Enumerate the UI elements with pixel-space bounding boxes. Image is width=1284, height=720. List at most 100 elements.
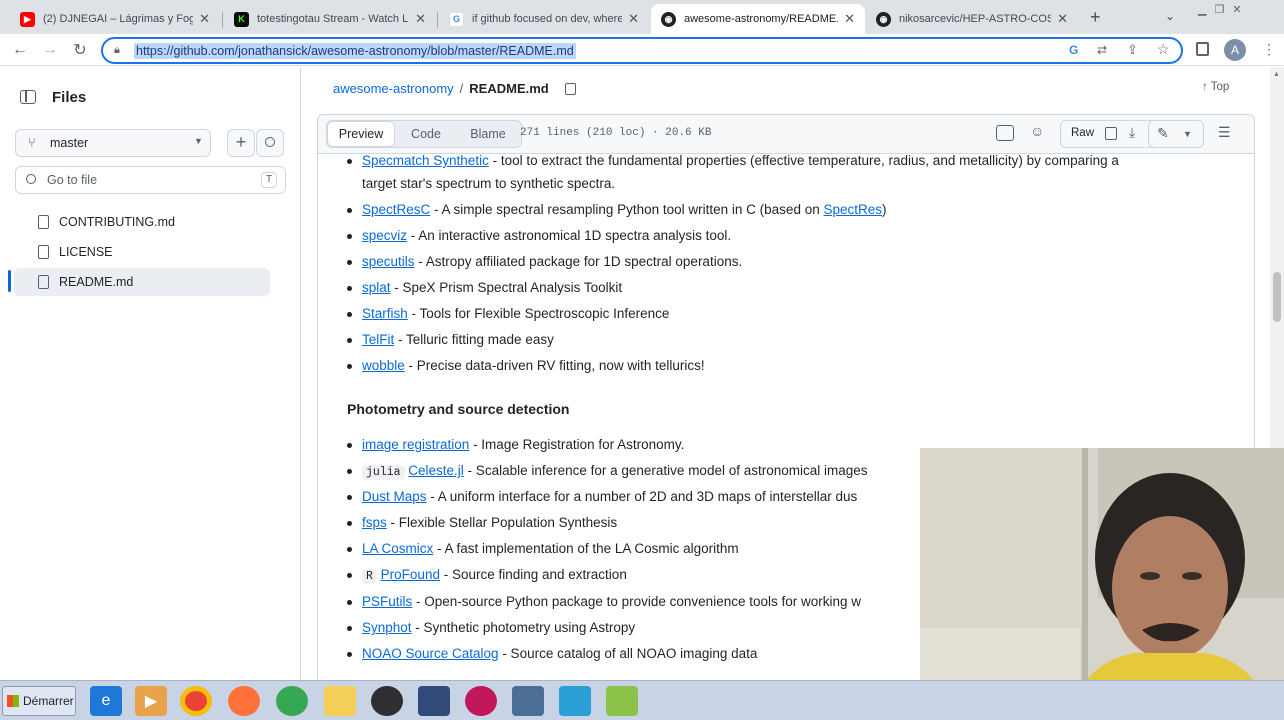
forward-arrow-icon[interactable]: →: [40, 40, 60, 60]
firefox-icon[interactable]: [228, 686, 260, 716]
folder-icon[interactable]: [324, 686, 356, 716]
obs-icon[interactable]: [371, 686, 403, 716]
download-icon[interactable]: ⤓: [1129, 124, 1135, 141]
search-button[interactable]: [256, 129, 284, 157]
minimize-icon[interactable]: ▁: [1198, 3, 1206, 17]
copy-path-icon[interactable]: [564, 82, 576, 95]
chrome-alt-icon[interactable]: [276, 686, 308, 716]
collapse-sidebar-icon[interactable]: [20, 90, 36, 104]
tab-blame[interactable]: Blame: [457, 121, 519, 147]
github-icon: ◉: [876, 11, 891, 27]
file-item-readme[interactable]: README.md: [14, 268, 270, 296]
item-link[interactable]: wobble: [362, 358, 405, 373]
item-link[interactable]: SpectResC: [362, 202, 430, 217]
item-link[interactable]: Starfish: [362, 306, 408, 321]
ie-icon[interactable]: e: [90, 686, 122, 716]
item-link[interactable]: specutils: [362, 254, 415, 269]
top-button[interactable]: ↑ Top: [1202, 81, 1229, 93]
media-icon[interactable]: ▶: [135, 686, 167, 716]
restore-icon[interactable]: ❐: [1214, 3, 1224, 17]
copy-raw-icon[interactable]: [1105, 127, 1117, 140]
branch-icon: ⑂: [28, 135, 36, 150]
item-link[interactable]: LA Cosmicx: [362, 541, 433, 556]
browser-tab-kick[interactable]: K totestingotau Stream - Watch Live ✕: [224, 4, 436, 34]
item-link[interactable]: NOAO Source Catalog: [362, 646, 499, 661]
list-item: specutils - Astropy affiliated package f…: [347, 254, 743, 269]
item-link[interactable]: Synphot: [362, 620, 412, 635]
item-text: - Precise data-driven RV fitting, now wi…: [404, 358, 705, 373]
close-tab-icon[interactable]: ✕: [199, 11, 210, 27]
item-text: - Astropy affiliated package for 1D spec…: [414, 254, 743, 269]
edit-pencil-icon[interactable]: ✎: [1157, 125, 1169, 142]
blender-icon[interactable]: [418, 686, 450, 716]
browser-tab-github-2[interactable]: ◉ nikosarcevic/HEP-ASTRO-COSMO ✕: [866, 4, 1078, 34]
close-tab-icon[interactable]: ✕: [628, 11, 639, 27]
notepad-icon[interactable]: [512, 686, 544, 716]
close-tab-icon[interactable]: ✕: [844, 11, 855, 27]
notepadpp-icon[interactable]: [606, 686, 638, 716]
browser-tab-active[interactable]: ◉ awesome-astronomy/README.md ✕: [651, 4, 865, 34]
translate-icon[interactable]: ⇄: [1097, 43, 1107, 57]
item-link-secondary[interactable]: SpectRes: [823, 202, 882, 217]
list-item: splat - SpeX Prism Spectral Analysis Too…: [347, 280, 622, 295]
item-link[interactable]: ProFound: [381, 567, 440, 582]
item-link[interactable]: Celeste.jl: [408, 463, 464, 478]
item-link[interactable]: TelFit: [362, 332, 394, 347]
item-link[interactable]: Dust Maps: [362, 489, 427, 504]
close-window-icon[interactable]: ✕: [1232, 3, 1241, 17]
chrome-icon[interactable]: [180, 686, 212, 716]
reload-icon[interactable]: ↻: [70, 40, 90, 60]
go-to-file-input[interactable]: Go to file T: [15, 166, 286, 194]
browser-tab-google[interactable]: G if github focused on dev, where i ✕: [439, 4, 649, 34]
file-name: LICENSE: [59, 245, 113, 259]
address-bar[interactable]: 🔒︎ https://github.com/jonathansick/aweso…: [101, 37, 1183, 64]
scrollbar-thumb[interactable]: [1273, 272, 1281, 322]
item-link[interactable]: image registration: [362, 437, 469, 452]
outline-list-icon[interactable]: ☰: [1218, 124, 1231, 141]
breadcrumb-repo-link[interactable]: awesome-astronomy: [333, 81, 454, 96]
bookmark-star-icon[interactable]: ☆: [1157, 41, 1170, 58]
caret-down-icon: ▼: [194, 136, 203, 146]
item-link[interactable]: Specmatch Synthetic: [362, 153, 489, 168]
file-tree-sidebar: Files ⑂ master ▼ + Go to file T CONTRIBU…: [0, 67, 301, 680]
language-badge: R: [362, 569, 377, 584]
breadcrumb-file: README.md: [469, 81, 549, 96]
selected-indicator: [8, 270, 11, 292]
files-title: Files: [52, 89, 87, 106]
tab-preview[interactable]: Preview: [327, 121, 395, 147]
shortcut-key-badge: T: [261, 172, 277, 188]
tab-search-chevron-icon[interactable]: ⌄: [1165, 9, 1175, 23]
profile-avatar[interactable]: A: [1224, 39, 1246, 61]
list-item: julia Celeste.jl - Scalable inference fo…: [347, 463, 868, 480]
item-link[interactable]: splat: [362, 280, 391, 295]
cloud-icon[interactable]: [559, 686, 591, 716]
side-panel-icon[interactable]: [1196, 42, 1209, 56]
tab-code[interactable]: Code: [395, 121, 457, 147]
url-text[interactable]: https://github.com/jonathansick/awesome-…: [134, 43, 576, 59]
item-link[interactable]: fsps: [362, 515, 387, 530]
close-tab-icon[interactable]: ✕: [1057, 11, 1068, 27]
add-file-button[interactable]: +: [227, 129, 255, 157]
branch-selector[interactable]: ⑂ master ▼: [15, 129, 211, 157]
file-item-contributing[interactable]: CONTRIBUTING.md: [14, 208, 270, 236]
item-link[interactable]: PSFutils: [362, 594, 412, 609]
open-symbols-panel-icon[interactable]: [996, 125, 1014, 141]
scroll-up-icon[interactable]: ▲: [1273, 71, 1280, 78]
browser-menu-icon[interactable]: ⋮: [1262, 41, 1276, 58]
new-tab-button[interactable]: +: [1090, 7, 1101, 28]
start-button[interactable]: Démarrer: [2, 686, 76, 716]
share-icon[interactable]: ⇪: [1127, 42, 1138, 58]
copilot-icon[interactable]: ☺: [1030, 123, 1044, 139]
browser-tab-youtube[interactable]: ▶ (2) DJNEGAI – Lágrimas y Fogo | ✕: [10, 4, 220, 34]
back-arrow-icon[interactable]: ←: [10, 40, 30, 60]
davinci-icon[interactable]: [465, 686, 497, 716]
file-item-license[interactable]: LICENSE: [14, 238, 270, 266]
caret-down-icon[interactable]: ▼: [1183, 129, 1192, 139]
raw-button[interactable]: Raw: [1071, 127, 1094, 139]
google-lens-icon[interactable]: G: [1069, 43, 1078, 57]
item-link[interactable]: specviz: [362, 228, 407, 243]
list-item: NOAO Source Catalog - Source catalog of …: [347, 646, 757, 661]
language-badge: julia: [362, 465, 405, 480]
item-text: - A simple spectral resampling Python to…: [430, 202, 824, 217]
close-tab-icon[interactable]: ✕: [415, 11, 426, 27]
